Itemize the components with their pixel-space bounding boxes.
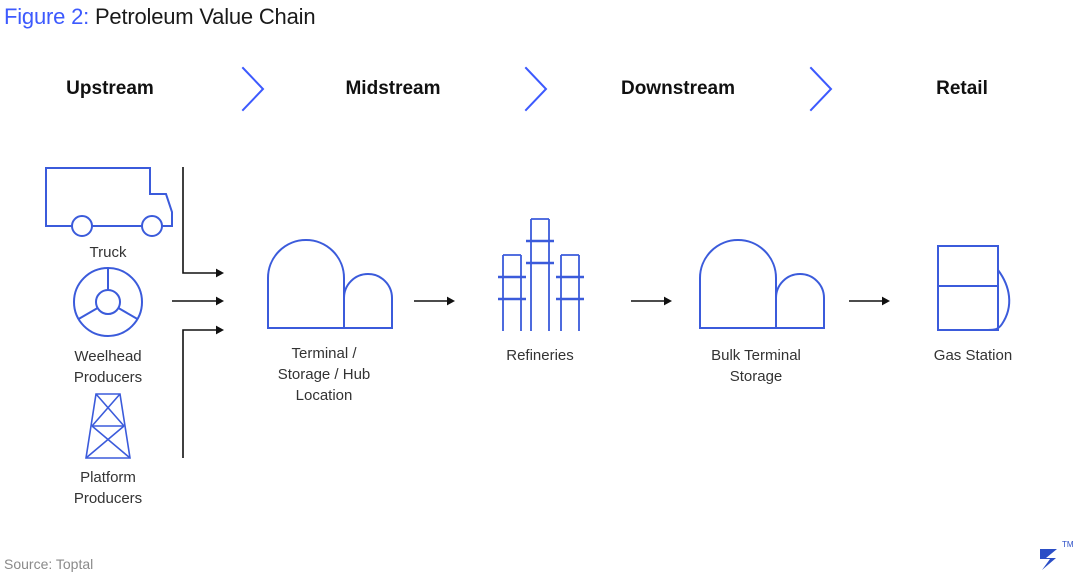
stage-header-downstream: Downstream — [620, 78, 736, 99]
node-label-terminal-storage-hub: Terminal / Storage / Hub Location — [277, 345, 371, 404]
chevron-right-icon-1 — [240, 66, 266, 112]
arrow-bulk-terminal-to-gas-station — [848, 294, 894, 308]
wellhead-valve-icon — [72, 266, 144, 338]
stage-header-upstream: Upstream — [66, 78, 154, 99]
flow-arrows-upstream-group — [170, 155, 240, 475]
figure-number: Figure 2: — [4, 4, 90, 29]
platform-derrick-icon — [78, 392, 138, 460]
page-title: Figure 2: Petroleum Value Chain — [4, 0, 904, 34]
node-label-refineries: Refineries — [506, 347, 574, 364]
chevron-right-icon-3 — [808, 66, 834, 112]
fuel-pump-icon — [936, 244, 1016, 332]
arrow-terminal-to-refineries — [413, 294, 459, 308]
chevron-right-icon-2 — [523, 66, 549, 112]
diagram-canvas: Figure 2: Petroleum Value Chain Upstream… — [0, 0, 1080, 582]
source-caption: Source: Toptal — [4, 556, 94, 572]
toptal-logo-icon — [1036, 546, 1066, 572]
figure-title-text: Petroleum Value Chain — [89, 4, 316, 29]
node-label-gas-station: Gas Station — [933, 347, 1013, 364]
trademark-symbol: TM — [1062, 540, 1074, 549]
node-label-bulk-terminal-storage: Bulk Terminal Storage — [711, 347, 801, 385]
truck-icon — [44, 160, 174, 237]
storage-tanks-icon-bulk — [694, 230, 825, 330]
node-label-platform-producers: Platform Producers — [73, 469, 143, 507]
arrow-refineries-to-bulk-terminal — [630, 294, 676, 308]
refinery-towers-icon — [498, 215, 584, 333]
storage-tanks-icon-terminal — [262, 230, 393, 330]
node-label-wellhead-producers: Weelhead Producers — [73, 348, 143, 386]
stage-header-midstream: Midstream — [345, 78, 441, 99]
node-label-truck: Truck — [89, 244, 127, 261]
stage-header-retail: Retail — [936, 78, 988, 99]
